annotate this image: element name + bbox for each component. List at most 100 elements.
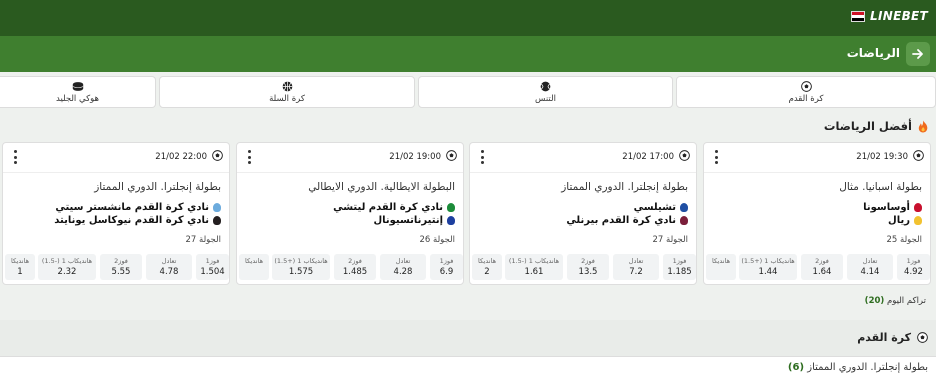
team-name: إنتيرناتسيونال [373,215,443,226]
odds-value: 1.485 [342,267,368,277]
odds-value: 7.2 [629,267,643,277]
odds-button[interactable]: فوز2 1.485 [334,254,376,280]
event-card[interactable]: 21/02 19:00 البطولة الايطالية. الدوري ال… [236,142,464,285]
event-round: الجولة 26 [419,235,455,245]
odds-button[interactable]: فوز2 1.64 [801,254,843,280]
odds-button[interactable]: هانديكا 1 [5,254,35,280]
team-name: نادي كرة القدم ليتشي [333,202,443,213]
football-section-title[interactable]: كرة القدم [857,331,928,344]
tab-label: كرة القدم [788,93,824,104]
odds-label: فوز1 [205,257,220,265]
soccer-ball-icon [212,150,223,161]
odds-button[interactable]: هانديكا 2 [472,254,502,280]
odds-value: 1 [17,267,23,277]
page-title: الرياضات [846,46,900,60]
odds-button[interactable]: هانديكا [706,254,736,280]
event-league: بطولة إنجلترا. الدوري الممتاز [561,181,688,193]
team-crest-icon [447,203,455,212]
tab-football[interactable]: كرة القدم [676,76,936,108]
team-crest-icon [213,203,221,212]
event-time: 21/02 19:30 [856,152,908,162]
odds-button[interactable]: فوز1 1.185 [663,254,696,280]
odds-button[interactable]: هانديكاب 1 (+1.5) 1.44 [739,254,797,280]
odds-value: 1.575 [288,267,314,277]
more-options-icon[interactable] [247,150,251,164]
sports-header: الرياضات [0,36,936,72]
team-crest-icon [680,216,688,225]
brand[interactable]: LINEBET [851,9,928,23]
soccer-ball-icon [679,150,690,161]
odds-button[interactable]: فوز2 13.5 [567,254,609,280]
more-options-icon[interactable] [714,150,718,164]
arrow-right-icon [912,49,923,59]
odds-label: فوز2 [114,257,128,265]
odds-button[interactable]: هانديكاب 1 (-1.5) 1.61 [505,254,563,280]
team-name: نادي كرة القدم بيرنلي [566,215,676,226]
odds-button[interactable]: تعادل 4.78 [146,254,192,280]
odds-button[interactable]: فوز2 5.55 [100,254,142,280]
egypt-flag-icon[interactable] [851,10,866,22]
league-row-label: بطولة إنجلترا. الدوري الممتاز (6) [788,362,928,373]
team-1: تشيلسي [634,202,688,213]
odds-button[interactable]: هانديكاب 1 (+1.5) 1.575 [272,254,330,280]
odds-label: فوز2 [348,257,362,265]
event-round: الجولة 27 [185,235,221,245]
odds-button[interactable]: فوز1 1.504 [196,254,229,280]
team-crest-icon [914,203,922,212]
tab-ice-hockey[interactable]: هوكي الجليد [0,76,156,108]
accumulator-link[interactable]: تراكم اليوم (20) [865,296,926,306]
odds-value: 4.14 [860,267,880,277]
odds-label: فوز1 [906,257,921,265]
odds-label: فوز1 [439,257,454,265]
tab-label: التنس [535,93,556,104]
football-title-text: كرة القدم [857,331,911,344]
event-card[interactable]: 21/02 17:00 بطولة إنجلترا. الدوري الممتا… [469,142,697,285]
odds-button[interactable]: فوز1 4.92 [897,254,930,280]
soccer-ball-icon [446,150,457,161]
event-time: 21/02 22:00 [155,152,207,162]
odds-label: فوز2 [581,257,595,265]
odds-row: فوز1 4.92 تعادل 4.14 فوز2 1.64 هانديكاب 1 (+1.… [704,254,930,280]
brand-logo[interactable]: LINEBET [870,9,928,23]
tennis-ball-icon [540,81,551,91]
odds-value: 1.61 [524,267,544,277]
league-count: (6) [787,362,805,373]
odds-value: 4.92 [904,267,923,277]
odds-label: هانديكاب 1 (+1.5) [741,257,795,265]
event-card-header: 21/02 19:00 [237,143,463,173]
odds-value: 1.185 [667,267,692,277]
more-options-icon[interactable] [480,150,484,164]
odds-label: هانديكا [244,257,263,265]
tab-basketball[interactable]: كرة السلة [159,76,415,108]
more-options-icon[interactable] [13,150,17,164]
odds-button[interactable]: هانديكاب 1 (-1.5) 2.32 [38,254,96,280]
odds-button[interactable]: تعادل 7.2 [613,254,659,280]
tab-tennis[interactable]: التنس [418,76,673,108]
odds-label: تعادل [862,257,878,265]
league-row[interactable]: بطولة إنجلترا. الدوري الممتاز (6) [0,356,936,374]
odds-button[interactable]: هانديكا [239,254,269,280]
event-card[interactable]: 21/02 22:00 بطولة إنجلترا. الدوري الممتا… [2,142,230,285]
odds-value: 1.504 [200,267,225,277]
team-1: نادي كرة القدم مانشستر سيتي [55,202,221,213]
team-2: ريال [888,215,922,226]
event-card-header: 21/02 19:30 [704,143,930,173]
odds-button[interactable]: تعادل 4.28 [380,254,426,280]
odds-value: 2 [484,267,490,277]
team-1: نادي كرة القدم ليتشي [333,202,455,213]
team-name: ريال [888,215,910,226]
odds-button[interactable]: تعادل 4.14 [847,254,893,280]
back-button[interactable] [906,42,930,66]
fire-icon [918,120,928,132]
top-sports-title: أفضل الرياضات [824,119,928,133]
team-crest-icon [680,203,688,212]
event-card[interactable]: 21/02 19:30 بطولة اسبانيا. مثال أوساسونا… [703,142,931,285]
team-name: تشيلسي [633,202,676,213]
odds-label: هانديكا [10,257,29,265]
event-round: الجولة 25 [886,235,922,245]
odds-value: 6.9 [439,267,454,277]
odds-value: 4.78 [159,267,179,277]
odds-button[interactable]: فوز1 6.9 [430,254,463,280]
odds-label: هانديكاب 1 (+1.5) [274,257,328,265]
team-name: أوساسونا [863,202,910,213]
